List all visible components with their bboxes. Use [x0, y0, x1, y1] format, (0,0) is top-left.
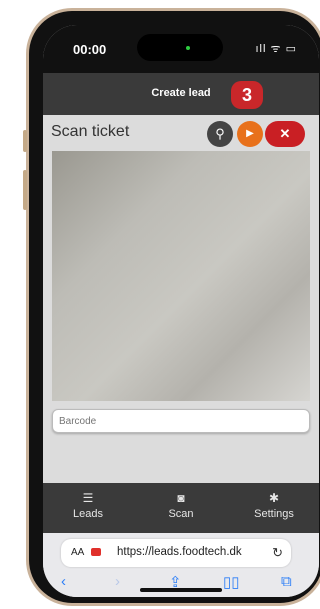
nav-item-settings[interactable]: ✱ Settings [239, 491, 309, 520]
phone-volume-button [23, 170, 27, 210]
play-icon: ▶ [246, 128, 254, 139]
status-bar: 00:00 ıll ᯤ ▭ [43, 25, 319, 73]
scan-title: Scan ticket [51, 123, 130, 140]
dynamic-island [137, 34, 223, 61]
play-button[interactable]: ▶ [237, 121, 263, 147]
url-text: https://leads.foodtech.dk [117, 546, 242, 558]
nav-item-scan[interactable]: ◙ Scan [146, 491, 216, 520]
tabs-icon[interactable]: ⧉ [281, 573, 292, 590]
step-badge: 3 [231, 81, 263, 109]
reader-settings-button[interactable]: AA [71, 547, 84, 558]
close-button[interactable]: ✕ [265, 121, 305, 147]
nav-item-leads[interactable]: ☰ Leads [53, 491, 123, 520]
page-title: Create lead [151, 87, 211, 99]
bookmarks-icon[interactable]: ▯▯ [223, 573, 240, 591]
nav-label-settings: Settings [254, 508, 294, 520]
back-icon[interactable]: ‹ [61, 573, 66, 590]
close-icon: ✕ [279, 126, 291, 141]
camera-indicator-icon [186, 46, 190, 50]
home-indicator [140, 588, 222, 592]
search-button[interactable]: ⚲ [207, 121, 233, 147]
address-bar[interactable]: AA https://leads.foodtech.dk ↻ [61, 539, 291, 567]
app-header: Create lead 3 [43, 73, 319, 115]
bottom-nav: ☰ Leads ◙ Scan ✱ Settings [43, 483, 319, 533]
nav-label-leads: Leads [73, 508, 103, 520]
status-time: 00:00 [73, 42, 107, 57]
forward-icon[interactable]: › [115, 573, 120, 590]
camera-preview[interactable] [52, 151, 310, 401]
status-icons: ıll ᯤ ▭ [255, 43, 297, 55]
scan-panel: Scan ticket ⚲ ▶ ✕ [43, 115, 319, 483]
barcode-input[interactable] [52, 409, 310, 433]
nav-label-scan: Scan [168, 508, 194, 520]
camera-icon: ◙ [177, 491, 185, 505]
search-icon: ⚲ [215, 126, 225, 141]
phone-screen: 00:00 ıll ᯤ ▭ Create lead 3 Scan ticket … [43, 25, 319, 597]
recording-icon [91, 548, 101, 556]
safari-bar: AA https://leads.foodtech.dk ↻ ‹ › ⇪ ▯▯ … [43, 533, 319, 597]
gear-icon: ✱ [268, 491, 280, 505]
list-icon: ☰ [82, 491, 94, 505]
phone-side-button [23, 130, 27, 152]
reload-icon[interactable]: ↻ [272, 545, 283, 561]
